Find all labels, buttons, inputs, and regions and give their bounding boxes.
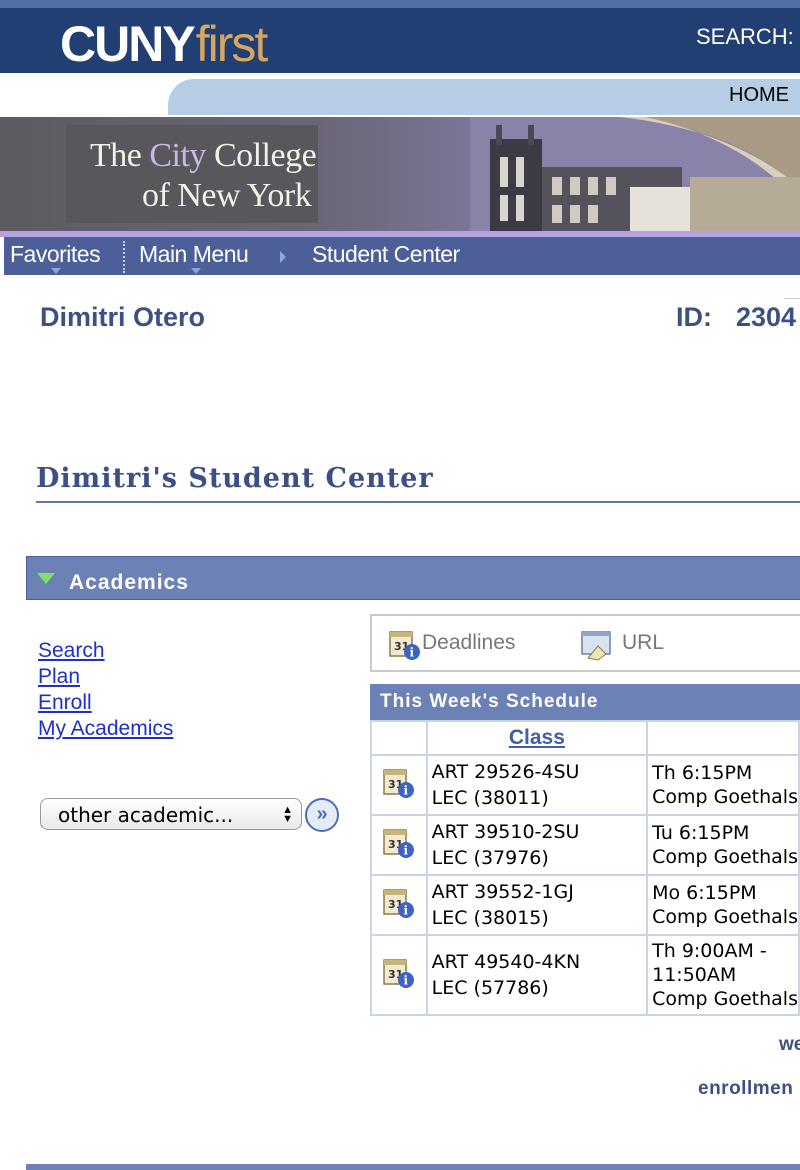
other-academic-select[interactable]: other academic... ▲ ▼ (40, 798, 302, 830)
class-info-cell: 31 i (370, 754, 428, 816)
class-location: Comp Goethals (652, 786, 798, 808)
icon-column-header (370, 720, 428, 756)
schedule-title: This Week's Schedule (380, 691, 599, 712)
college-college: College (205, 137, 317, 174)
home-tab-background (168, 79, 800, 115)
time-cell: Mo 6:15PM Comp Goethals (646, 874, 800, 936)
class-section: LEC (37976) (431, 847, 549, 869)
student-id-label: ID: (676, 302, 712, 332)
class-column-header[interactable]: Class (425, 720, 649, 756)
nav-student-center[interactable]: Student Center (312, 241, 460, 268)
url-icon[interactable] (580, 628, 614, 662)
student-id-value: 2304 (736, 302, 797, 332)
svg-text:i: i (403, 783, 408, 797)
class-section: LEC (57786) (431, 977, 549, 999)
class-time: Mo 6:15PM (652, 882, 757, 904)
class-details-icon[interactable]: 31 i (382, 826, 416, 860)
class-code: ART 39552-1GJ (431, 881, 574, 903)
logo-cuny: CUNY (60, 16, 196, 72)
cunyfirst-logo[interactable]: CUNYfirst (60, 14, 269, 74)
class-cell: ART 29526-4SU LEC (38011) (425, 754, 649, 816)
class-details-icon[interactable]: 31 i (382, 956, 416, 990)
nav-main-menu[interactable]: Main Menu (139, 241, 249, 268)
deadlines-link[interactable]: Deadlines (422, 631, 515, 655)
college-name-line2: of New York (142, 177, 312, 214)
title-divider (36, 501, 800, 503)
table-row: 31 i ART 29526-4SU LEC (38011) Th 6:15PM C… (370, 754, 800, 816)
class-time: Tu 6:15PM (652, 822, 750, 844)
college-logo: The City College of New York (66, 125, 318, 223)
link-my-academics[interactable]: My Academics (38, 717, 173, 741)
weekly-schedule-link[interactable]: we (779, 1034, 800, 1056)
class-cell: ART 39552-1GJ LEC (38015) (425, 874, 649, 936)
nav-bar: Favorites Main Menu Student Center (4, 237, 800, 275)
class-info-cell: 31 i (370, 874, 428, 936)
home-link[interactable]: HOME (729, 84, 789, 107)
academics-title: Academics (69, 571, 189, 594)
table-row: 31 i ART 39510-2SU LEC (37976) Tu 6:15PM C… (370, 814, 800, 876)
nav-separator (123, 241, 125, 273)
class-details-icon[interactable]: 31 i (382, 766, 416, 800)
class-cell: ART 39510-2SU LEC (37976) (425, 814, 649, 876)
academics-section-header[interactable]: Academics (26, 556, 800, 600)
schedule-header-row: Class (370, 720, 800, 756)
home-bar: HOME (0, 73, 800, 115)
time-cell: Th 6:15PM Comp Goethals (646, 754, 800, 816)
top-header-bar: CUNYfirst SEARCH: (0, 0, 800, 73)
class-location: Comp Goethals (652, 988, 798, 1010)
id-box-corner (784, 298, 800, 299)
collapse-triangle-icon[interactable] (37, 573, 55, 584)
link-enroll[interactable]: Enroll (38, 691, 92, 715)
deadlines-calendar-icon[interactable]: 31 i (388, 628, 422, 662)
class-details-icon[interactable]: 31 i (382, 886, 416, 920)
logo-first: first (195, 16, 269, 72)
college-banner: The City College of New York (0, 117, 800, 231)
time-cell: Tu 6:15PM Comp Goethals (646, 814, 800, 876)
class-section: LEC (38011) (431, 787, 549, 809)
page-title: Dimitri's Student Center (36, 463, 434, 494)
class-code: ART 49540-4KN (431, 951, 581, 973)
class-section: LEC (38015) (431, 907, 549, 929)
svg-text:i: i (410, 646, 415, 660)
favorites-dropdown-icon[interactable] (51, 268, 61, 274)
schedule-header: This Week's Schedule (370, 684, 800, 720)
student-name: Dimitri Otero (40, 302, 206, 332)
class-time-end: 11:50AM (652, 964, 737, 986)
svg-text:i: i (403, 843, 408, 857)
class-cell: ART 49540-4KN LEC (57786) (425, 934, 649, 1016)
building-image (470, 117, 800, 231)
class-location: Comp Goethals (652, 846, 798, 868)
schedule-table: Class 31 i ART 29526-4SU LEC (38011) Th 6… (370, 720, 800, 1016)
class-code: ART 29526-4SU (431, 761, 580, 783)
breadcrumb-arrow-icon (280, 251, 286, 263)
table-row: 31 i ART 39552-1GJ LEC (38015) Mo 6:15PM C… (370, 874, 800, 936)
main-menu-dropdown-icon[interactable] (191, 268, 201, 274)
college-name-line1: The City College (90, 137, 317, 175)
time-cell: Th 9:00AM -11:50AM Comp Goethals (646, 934, 800, 1016)
class-code: ART 39510-2SU (431, 821, 580, 843)
link-search[interactable]: Search (38, 639, 105, 663)
class-info-cell: 31 i (370, 814, 428, 876)
select-value: other academic... (58, 803, 234, 827)
college-city: City (149, 137, 206, 174)
class-info-cell: 31 i (370, 934, 428, 1016)
nav-favorites[interactable]: Favorites (10, 241, 101, 268)
class-time: Th 6:15PM (652, 762, 753, 784)
schedule-toolbar: 31 i Deadlines URL (370, 614, 800, 672)
svg-text:i: i (403, 903, 408, 917)
select-updown-icon: ▲ ▼ (282, 804, 293, 825)
table-row: 31 i ART 49540-4KN LEC (57786) Th 9:00AM … (370, 934, 800, 1016)
class-time: Th 9:00AM - (652, 940, 767, 962)
url-link[interactable]: URL (622, 631, 664, 655)
college-the: The (90, 137, 150, 174)
svg-text:i: i (403, 973, 408, 987)
search-label: SEARCH: (696, 24, 794, 49)
link-plan[interactable]: Plan (38, 665, 80, 689)
go-button[interactable]: » (305, 798, 339, 832)
time-column-header (646, 720, 800, 756)
enrollment-shopping-cart-link[interactable]: enrollmen (698, 1078, 793, 1100)
next-section-header (26, 1164, 800, 1170)
class-location: Comp Goethals (652, 906, 798, 928)
